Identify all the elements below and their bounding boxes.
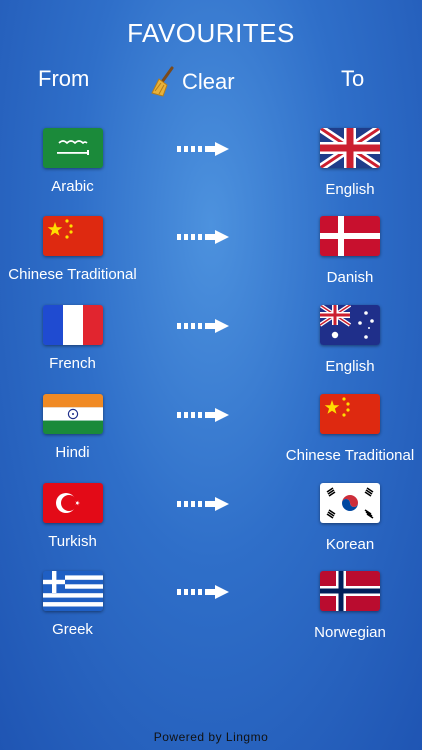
from-language[interactable]: Arabic xyxy=(0,128,145,195)
footer-powered-by: Powered by Lingmo xyxy=(153,730,269,744)
denmark-flag-icon xyxy=(320,216,380,256)
india-flag-icon xyxy=(42,394,103,434)
from-language-label: Chinese Traditional xyxy=(8,266,137,283)
to-language[interactable]: English xyxy=(275,305,422,375)
norway-flag-icon xyxy=(320,571,380,611)
from-language-label: French xyxy=(49,355,96,372)
from-language[interactable]: Greek xyxy=(0,571,145,638)
clear-button[interactable]: Clear xyxy=(150,66,235,98)
to-language-label: Norwegian xyxy=(314,624,386,641)
favourite-row[interactable]: French English xyxy=(0,305,422,385)
favourite-row[interactable]: Chinese Traditional Danish xyxy=(0,216,422,296)
from-language[interactable]: French xyxy=(0,305,145,372)
favourite-row[interactable]: Hindi Chinese Traditional xyxy=(0,394,422,474)
dashed-arrow-right-icon xyxy=(177,408,229,422)
from-language-label: Greek xyxy=(52,621,93,638)
dashed-arrow-right-icon xyxy=(177,230,229,244)
saudi-arabia-flag-icon xyxy=(42,128,103,168)
south-korea-flag-icon xyxy=(320,483,380,523)
dashed-arrow-right-icon xyxy=(177,497,229,511)
china-flag-icon xyxy=(42,216,103,256)
from-language-label: Turkish xyxy=(48,533,97,550)
favourite-row[interactable]: Arabic English xyxy=(0,128,422,208)
to-language[interactable]: Chinese Traditional xyxy=(275,394,422,464)
from-language-label: Hindi xyxy=(55,444,90,461)
dashed-arrow-right-icon xyxy=(177,585,229,599)
dashed-arrow-right-icon xyxy=(177,142,229,156)
to-language-label: Danish xyxy=(326,269,374,286)
from-language[interactable]: Turkish xyxy=(0,483,145,550)
france-flag-icon xyxy=(42,305,103,345)
to-language-label: Chinese Traditional xyxy=(285,447,415,464)
turkey-flag-icon xyxy=(42,483,103,523)
clear-label: Clear xyxy=(182,69,235,94)
favourite-row[interactable]: Turkish Korean xyxy=(0,483,422,563)
greece-flag-icon xyxy=(42,571,103,611)
from-language[interactable]: Hindi xyxy=(0,394,145,461)
to-language-label: Korean xyxy=(325,536,375,553)
from-language[interactable]: Chinese Traditional xyxy=(0,216,145,283)
australia-flag-icon xyxy=(320,305,380,345)
from-header: From xyxy=(38,66,90,91)
to-language-label: English xyxy=(325,181,375,198)
to-language-label: English xyxy=(325,358,375,375)
to-header: To xyxy=(341,66,365,91)
broom-icon xyxy=(151,66,174,97)
to-language[interactable]: Norwegian xyxy=(275,571,422,641)
from-language-label: Arabic xyxy=(51,178,94,195)
page-title: FAVOURITES xyxy=(127,18,295,48)
to-language[interactable]: Korean xyxy=(275,483,422,553)
china-flag-icon xyxy=(320,394,380,434)
to-language[interactable]: English xyxy=(275,128,422,198)
united-kingdom-flag-icon xyxy=(320,128,380,168)
to-language[interactable]: Danish xyxy=(275,216,422,286)
favourite-row[interactable]: Greek Norwegian xyxy=(0,571,422,651)
dashed-arrow-right-icon xyxy=(177,319,229,333)
